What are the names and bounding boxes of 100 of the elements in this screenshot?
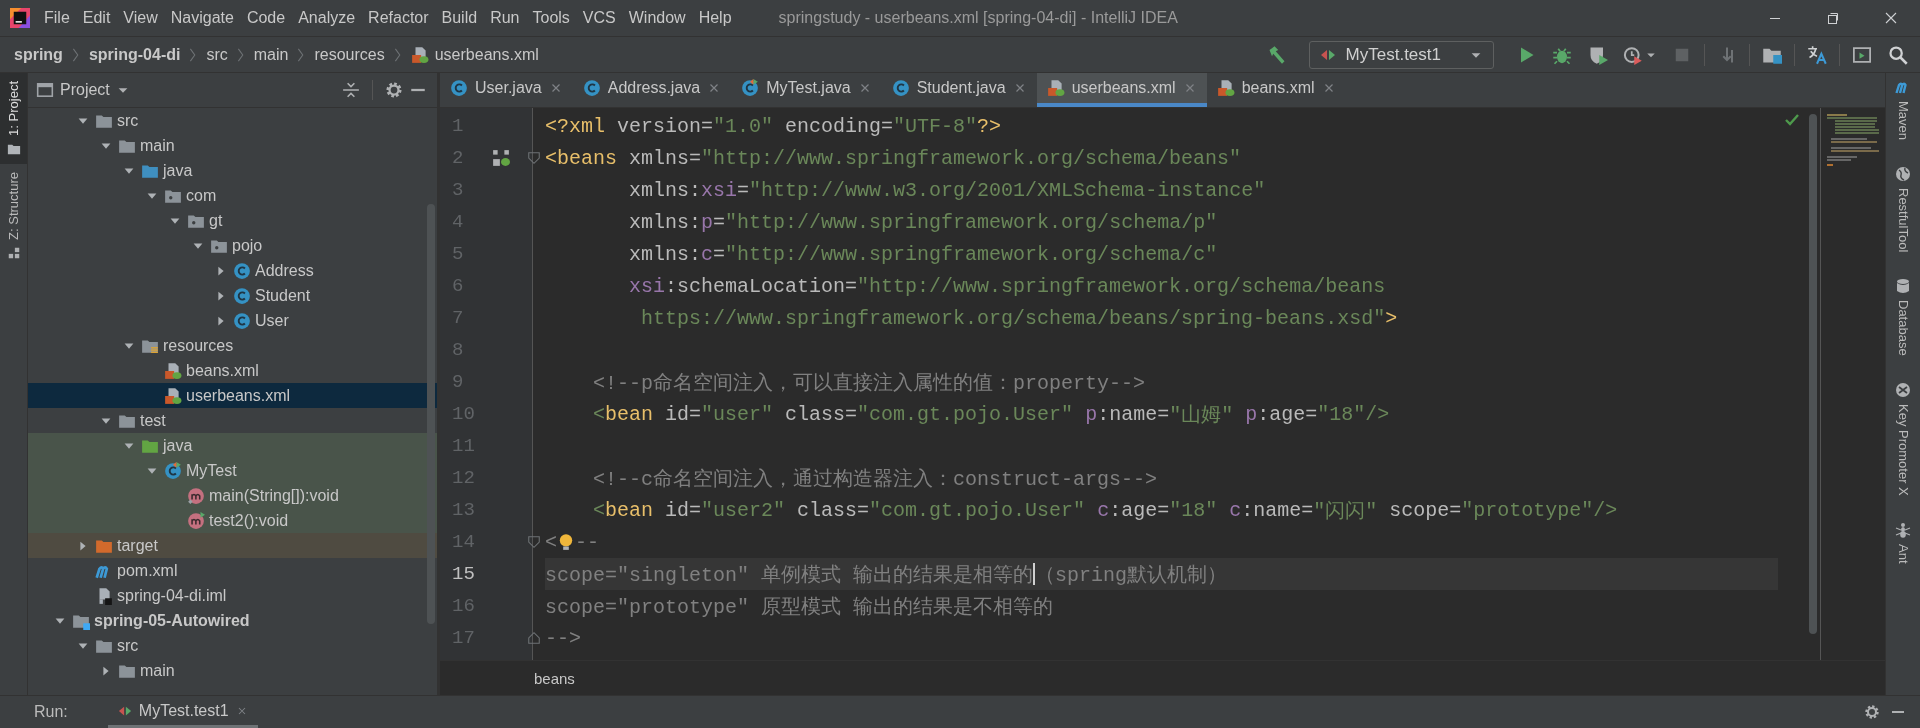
menu-item[interactable]: Code [246, 9, 286, 27]
editor-tab[interactable]: Address.java [572, 73, 732, 107]
tree-item[interactable]: test2():void [28, 508, 437, 533]
menu-item[interactable]: Tools [532, 9, 570, 27]
tree-item[interactable]: userbeans.xml [28, 383, 437, 408]
check-icon [1784, 112, 1800, 128]
tree-item[interactable]: test [28, 408, 437, 433]
scrollbar[interactable] [427, 204, 435, 624]
globe-icon [1895, 166, 1911, 183]
panel-title[interactable]: Project [60, 81, 110, 99]
class-icon [233, 286, 251, 305]
menu-item[interactable]: Analyze [298, 9, 356, 27]
class-icon [741, 79, 760, 97]
tool-window-tab[interactable]: Key Promoter X [1895, 382, 1911, 496]
tree-item[interactable]: java [28, 433, 437, 458]
fold-marker-icon[interactable] [526, 151, 541, 165]
menu-item[interactable]: Navigate [170, 9, 234, 27]
tree-item[interactable]: main [28, 133, 437, 158]
code-line: xsi:schemaLocation="http://www.springframework.org/schema/beans [628, 273, 1387, 300]
x-circle-icon [1895, 382, 1911, 398]
tree-item[interactable]: target [28, 533, 437, 558]
close-icon[interactable] [1883, 10, 1899, 26]
code-line: https://www.springframework.org/schema/beans/spring-beans.xsd"> [640, 305, 1399, 332]
menu-item[interactable]: Window [628, 9, 686, 27]
class-icon [233, 311, 251, 330]
breadcrumb-item[interactable]: src [206, 45, 228, 64]
breadcrumb-item[interactable]: resources [314, 45, 385, 64]
tree-item[interactable]: main [28, 658, 437, 683]
tree-item[interactable]: spring-04-di.iml [28, 583, 437, 608]
editor-tab[interactable]: userbeans.xml [1036, 73, 1207, 107]
run-tab[interactable]: MyTest.test1 [107, 696, 258, 728]
spring-bean-icon[interactable] [492, 149, 510, 167]
menu-item[interactable]: Help [698, 9, 732, 27]
tool-window-tab[interactable]: Database [1895, 278, 1911, 356]
tool-window-tab[interactable]: Maven [1895, 79, 1911, 141]
class-icon [582, 79, 601, 97]
code-line: < -- [545, 529, 601, 556]
xml-file-icon [164, 386, 182, 405]
code-line: --> [545, 625, 582, 652]
settings-icon[interactable] [385, 81, 403, 99]
menu-item[interactable]: Run [490, 9, 520, 27]
code-line: <bean id="user2" class="com.gt.pojo.User" c:age="18" c:name="闪闪" scope="prototype"/> [592, 497, 1619, 525]
class-icon [233, 261, 251, 280]
editor-tab[interactable]: Student.java [881, 73, 1037, 107]
line-number: 15 [451, 562, 476, 587]
scrollbar[interactable] [1809, 114, 1817, 634]
xml-file-icon [410, 45, 429, 64]
maximize-icon[interactable] [1825, 10, 1841, 26]
xml-file-icon [1046, 79, 1065, 97]
breadcrumb-item[interactable]: spring-04-di [88, 45, 181, 64]
tree-item[interactable]: Address [28, 258, 437, 283]
breadcrumb-item[interactable]: userbeans.xml [434, 45, 539, 64]
tree-item[interactable]: main(String[]):void [28, 483, 437, 508]
translate-icon[interactable] [1807, 44, 1827, 65]
breadcrumb-item[interactable]: beans [534, 669, 575, 687]
database-icon [1895, 278, 1911, 295]
tree-item[interactable]: pom.xml [28, 558, 437, 583]
editor-tab[interactable]: MyTest.java [731, 73, 882, 107]
tool-window-tab[interactable]: Z: Structure [0, 163, 27, 268]
tree-item[interactable]: User [28, 308, 437, 333]
tree-item[interactable]: Student [28, 283, 437, 308]
menu-item[interactable]: Build [441, 9, 478, 27]
editor-tab[interactable]: beans.xml [1206, 73, 1346, 107]
tree-item[interactable]: pojo [28, 233, 437, 258]
fold-marker-icon[interactable] [526, 535, 541, 549]
method-icon [187, 486, 205, 505]
collapse-icon[interactable] [342, 81, 360, 99]
tree-item[interactable]: src [28, 108, 437, 133]
menu-item[interactable]: File [44, 9, 70, 27]
breadcrumb-item[interactable]: spring [14, 45, 63, 64]
code-line: <beans xmlns="http://www.springframework.org/schema/beans" [545, 145, 1243, 172]
menu-item[interactable]: Refactor [368, 9, 429, 27]
run-config-dropdown[interactable]: MyTest.test1 [1308, 40, 1494, 69]
tool-window-tab[interactable]: RestfulTool [1895, 166, 1911, 253]
tree-item[interactable]: gt [28, 208, 437, 233]
clock-run-icon[interactable] [1623, 44, 1643, 65]
window-run-icon[interactable] [1852, 44, 1872, 65]
tree-item[interactable]: resources [28, 333, 437, 358]
tree-item[interactable]: src [28, 633, 437, 658]
run-label: Run: [34, 703, 68, 721]
tree-item[interactable]: spring-05-Autowired [28, 608, 437, 633]
code-line: <?xml version="1.0" encoding="UTF-8"?> [545, 113, 1003, 140]
tree-item[interactable]: java [28, 158, 437, 183]
menu-item[interactable]: VCS [582, 9, 616, 27]
tree-item[interactable]: com [28, 183, 437, 208]
class-icon [891, 79, 910, 97]
menu-item[interactable]: View [123, 9, 158, 27]
breadcrumb-item[interactable]: main [253, 45, 289, 64]
tool-window-tab[interactable]: Ant [1895, 521, 1911, 564]
search-icon[interactable] [1888, 44, 1908, 65]
tree-item[interactable]: MyTest [28, 458, 437, 483]
settings-icon[interactable] [1864, 704, 1880, 720]
fold-marker-icon[interactable] [526, 631, 541, 645]
editor-tab[interactable]: User.java [440, 73, 573, 107]
code-line: <bean id="user" class="com.gt.pojo.User" p:name="山姆" p:age="18"/> [592, 401, 1391, 429]
menu-item[interactable]: Edit [82, 9, 111, 27]
tree-item[interactable]: beans.xml [28, 358, 437, 383]
tool-window-tab[interactable]: 1: Project [0, 73, 27, 164]
code-line: xmlns:p="http://www.springframework.org/schema/p" [628, 209, 1219, 236]
code-line: <!--p命名空间注入，可以直接注入属性的值：property--> [592, 370, 1147, 397]
